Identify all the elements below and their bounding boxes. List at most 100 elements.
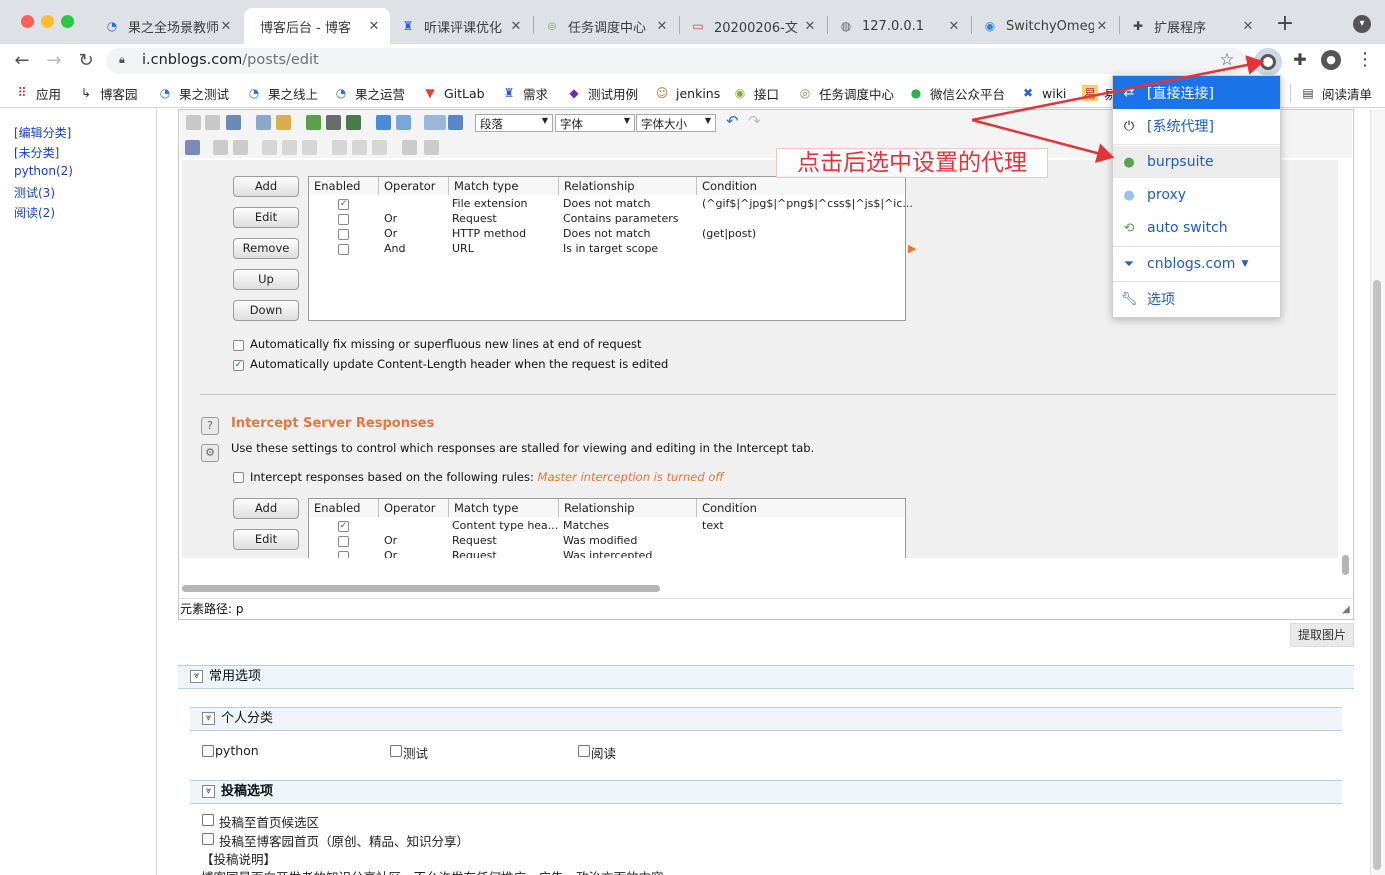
category-link[interactable]: python(2) xyxy=(14,164,73,178)
tab-1-active[interactable]: 博客后台 - 博客 ✕ xyxy=(244,8,390,44)
bookmark-item[interactable]: ● 微信公众平台 xyxy=(908,83,1005,103)
rule-enabled-checkbox[interactable] xyxy=(338,536,349,547)
tab-3[interactable]: ◎ 任务调度中心 ✕ xyxy=(536,8,678,44)
add-rule-button[interactable]: Add xyxy=(233,176,299,197)
rule-enabled-checkbox[interactable]: ✓ xyxy=(338,521,349,532)
popup-item-site-condition[interactable]: ⏷ cnblogs.com ▼ xyxy=(1113,248,1280,280)
forward-icon[interactable]: → xyxy=(41,48,67,74)
fix-newlines-checkbox[interactable] xyxy=(233,340,244,351)
bookmark-item[interactable]: ◔ 果之线上 xyxy=(246,83,318,103)
undo-icon[interactable]: ↶ xyxy=(726,112,739,130)
bookmark-item[interactable]: ◔ 果之运营 xyxy=(333,83,405,103)
image-icon[interactable] xyxy=(306,115,321,130)
table-props-icon[interactable] xyxy=(233,140,248,155)
collapse-toggle-icon[interactable]: ⩔ xyxy=(190,670,203,683)
category-checkbox[interactable] xyxy=(390,745,402,757)
url-text[interactable]: i.cnblogs.com/posts/edit xyxy=(142,52,319,68)
rule-enabled-checkbox[interactable] xyxy=(338,244,349,255)
tab-4[interactable]: ▭ 20200206-文 ✕ xyxy=(682,8,826,44)
page-scrollbar-thumb[interactable] xyxy=(1373,280,1381,870)
close-window-button[interactable] xyxy=(21,15,34,28)
bookmark-item[interactable]: ▼ GitLab xyxy=(422,83,484,103)
bookmark-item[interactable]: ◎ 任务调度中心 xyxy=(797,83,894,103)
bookmark-item[interactable]: ♜ 需求 xyxy=(501,83,548,103)
horizontal-scrollbar[interactable] xyxy=(182,585,660,592)
switchyomega-extension-button[interactable] xyxy=(1254,48,1282,76)
close-tab-icon[interactable]: ✕ xyxy=(654,19,670,34)
edit-rule-button[interactable]: Edit xyxy=(233,207,299,228)
profile-avatar-icon[interactable]: ● xyxy=(1321,50,1341,70)
resize-handle-icon[interactable]: ◢ xyxy=(1342,604,1350,615)
popup-item-direct[interactable]: ⇄ [直接连接] xyxy=(1113,76,1280,109)
bookmark-item[interactable]: ◉ 接口 xyxy=(732,83,779,103)
category-link[interactable]: 阅读(2) xyxy=(14,204,55,221)
help-icon[interactable]: ? xyxy=(201,417,219,435)
rule-enabled-checkbox[interactable] xyxy=(338,229,349,240)
tab-2[interactable]: ♜ 听课评课优化 ✕ xyxy=(392,8,532,44)
update-length-checkbox[interactable]: ✓ xyxy=(233,360,244,371)
popup-item-proxy[interactable]: ● proxy xyxy=(1113,179,1280,211)
settings-gear-icon[interactable]: ⚙ xyxy=(201,444,219,462)
close-tab-icon[interactable]: ✕ xyxy=(508,19,524,34)
redo-icon[interactable]: ↷ xyxy=(748,112,761,130)
font-size-select[interactable]: 字体大小 ▼ xyxy=(636,114,716,132)
code-block-icon[interactable] xyxy=(396,115,411,130)
tab-6[interactable]: ◉ SwitchyOmega ✕ xyxy=(974,8,1118,44)
insert-image-icon[interactable] xyxy=(326,115,341,130)
cleanup-icon[interactable] xyxy=(276,115,291,130)
popup-item-system-proxy[interactable]: ⏻ [系统代理] xyxy=(1113,110,1280,142)
tab-7[interactable]: ✚ 扩展程序 ✕ xyxy=(1122,8,1264,44)
extensions-puzzle-icon[interactable]: ✚ xyxy=(1290,50,1310,72)
bookmark-apps[interactable]: ⠿ 应用 xyxy=(14,83,61,103)
category-checkbox[interactable] xyxy=(202,745,214,757)
new-tab-icon[interactable]: + xyxy=(1275,12,1295,36)
category-checkbox[interactable] xyxy=(578,745,590,757)
up-rule-button[interactable]: Up xyxy=(233,269,299,290)
minimize-window-button[interactable] xyxy=(41,15,54,28)
col-after-icon[interactable] xyxy=(352,140,367,155)
popup-item-burpsuite[interactable]: ● burpsuite xyxy=(1113,146,1280,178)
vertical-scrollbar[interactable] xyxy=(1342,555,1349,575)
popup-item-auto-switch[interactable]: ⟲ auto switch xyxy=(1113,212,1280,244)
down-rule-button[interactable]: Down xyxy=(233,300,299,321)
expand-arrow-icon[interactable]: ▶ xyxy=(908,242,916,255)
rule-enabled-checkbox[interactable]: ✓ xyxy=(338,199,349,210)
zoom-window-button[interactable] xyxy=(61,15,74,28)
split-cells-icon[interactable] xyxy=(402,140,417,155)
close-tab-icon[interactable]: ✕ xyxy=(802,19,818,34)
close-tab-icon[interactable]: ✕ xyxy=(946,19,962,34)
merge-cells-icon[interactable] xyxy=(424,140,439,155)
close-tab-icon[interactable]: ✕ xyxy=(1094,19,1110,34)
col-before-icon[interactable] xyxy=(332,140,347,155)
bookmark-item[interactable]: ☺ jenkins xyxy=(654,83,721,103)
lock-icon[interactable]: 🔒︎ xyxy=(119,53,131,69)
paragraph-select[interactable]: 段落 ▼ xyxy=(475,114,553,132)
submit-options-header[interactable]: ⩔ 投稿选项 xyxy=(190,780,1342,804)
reload-icon[interactable]: ↻ xyxy=(73,48,99,74)
eraser-icon[interactable] xyxy=(256,115,271,130)
personal-category-header[interactable]: ⩔ 个人分类 xyxy=(190,707,1342,731)
rule-enabled-checkbox[interactable] xyxy=(338,214,349,225)
fullscreen-icon[interactable] xyxy=(448,115,463,130)
tab-5[interactable]: ◍ 127.0.0.1 ✕ xyxy=(830,8,970,44)
code-icon[interactable] xyxy=(376,115,391,130)
html-icon[interactable] xyxy=(424,115,446,130)
category-link[interactable]: [未分类] xyxy=(14,144,59,161)
bookmark-item[interactable]: ◔ 果之测试 xyxy=(157,83,229,103)
collapse-toggle-icon[interactable]: ⩔ xyxy=(202,712,215,725)
tab-0[interactable]: ◔ 果之全场景教师 ✕ xyxy=(96,8,242,44)
tab-search-icon[interactable]: ▾ xyxy=(1353,15,1371,33)
link-icon[interactable] xyxy=(186,115,201,130)
table-icon[interactable] xyxy=(213,140,228,155)
collapse-toggle-icon[interactable]: ⩔ xyxy=(202,785,215,798)
category-link[interactable]: 测试(3) xyxy=(14,184,55,201)
font-select[interactable]: 字体 ▼ xyxy=(555,114,635,132)
bookmark-item[interactable]: ↳ 博客园 xyxy=(78,83,138,103)
category-edit-link[interactable]: [编辑分类] xyxy=(14,124,71,141)
remove-rule-button[interactable]: Remove xyxy=(233,238,299,259)
delete-col-icon[interactable] xyxy=(372,140,387,155)
row-after-icon[interactable] xyxy=(282,140,297,155)
row-before-icon[interactable] xyxy=(262,140,277,155)
bookmark-item[interactable]: ✖ wiki xyxy=(1020,83,1066,103)
edit-response-rule-button[interactable]: Edit xyxy=(233,529,299,550)
